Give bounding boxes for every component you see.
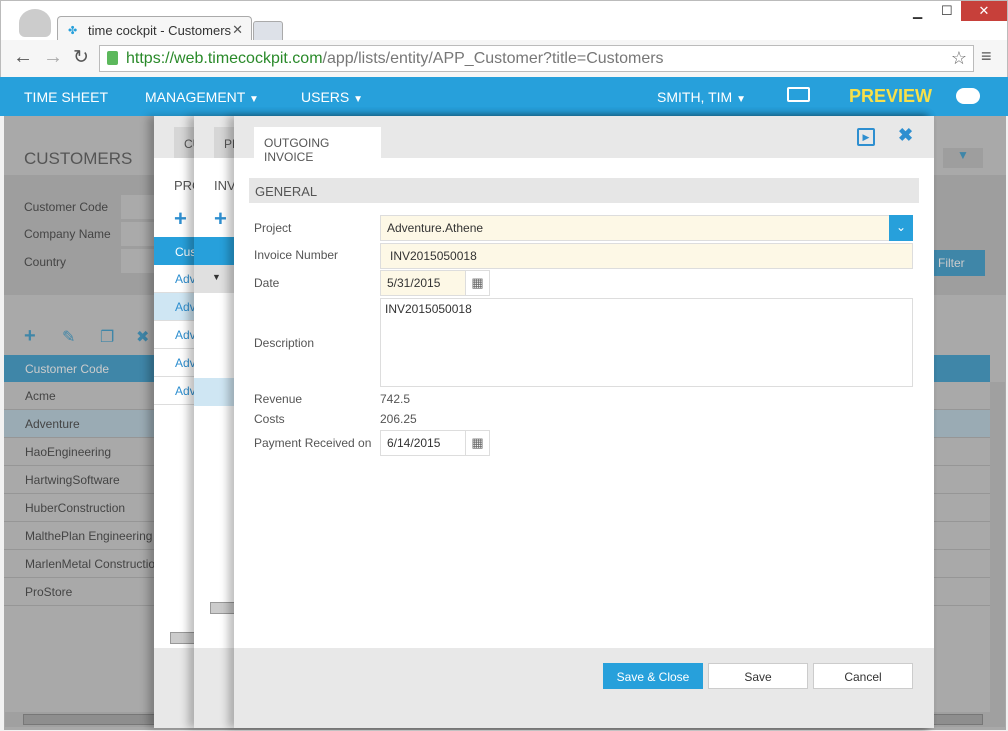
url-input[interactable]: https://web.timecockpit.com/app/lists/en…	[99, 45, 974, 72]
caret-down-icon: ▼	[736, 94, 746, 105]
date-input[interactable]: 5/31/2015	[380, 270, 466, 296]
open-icon[interactable]: ▶	[857, 128, 875, 146]
project-label: Project	[254, 221, 292, 235]
costs-label: Costs	[254, 412, 285, 426]
project-value: Adventure.Athene	[387, 221, 484, 235]
calendar-icon[interactable]: ▦	[465, 430, 490, 456]
panel-tab[interactable]: PR	[214, 127, 234, 158]
save-close-button[interactable]: Save & Close	[603, 663, 703, 689]
bookmark-star-icon[interactable]: ☆	[951, 48, 967, 69]
filter-label: Country	[24, 255, 67, 269]
close-tab-icon[interactable]: ✕	[232, 22, 243, 38]
tab-title: time cockpit - Customers	[88, 23, 232, 38]
preview-label: PREVIEW	[849, 86, 933, 106]
incognito-icon	[19, 9, 51, 37]
lock-icon	[107, 51, 118, 65]
filter-label: Customer Code	[24, 200, 109, 214]
chevron-down-icon[interactable]: ⌄	[889, 215, 913, 241]
description-label: Description	[254, 336, 315, 350]
table-row[interactable]: Adv	[154, 321, 194, 349]
revenue-value: 742.5	[380, 392, 411, 406]
delete-icon[interactable]: ✖	[136, 327, 149, 347]
url-host: https://web.timecockpit.com	[126, 50, 323, 67]
table-row[interactable]: Adv	[154, 265, 194, 293]
add-icon[interactable]: +	[24, 325, 36, 348]
close-window-button[interactable]: ✕	[961, 1, 1007, 21]
filter-button[interactable]: Filter	[930, 250, 985, 276]
nav-users[interactable]: USERS ▼	[301, 89, 363, 105]
dropdown-arrow-icon[interactable]: ▼	[194, 265, 234, 293]
nav-users-label: USERS	[301, 89, 350, 105]
panel-title: INV	[214, 178, 236, 193]
invoice-number-label: Invoice Number	[254, 248, 339, 262]
keyboard-icon[interactable]	[787, 87, 810, 102]
back-icon[interactable]: ←	[13, 46, 33, 69]
address-bar-row: ← → ↻ https://web.timecockpit.com/app/li…	[0, 40, 1008, 77]
payment-received-input[interactable]: 6/14/2015	[380, 430, 466, 456]
invoice-number-input[interactable]: INV2015050018	[380, 243, 913, 269]
user-menu[interactable]: SMITH, TIM ▼	[657, 89, 746, 105]
filter-toggle-icon[interactable]: ▼	[943, 148, 983, 168]
revenue-label: Revenue	[254, 392, 303, 406]
edit-icon[interactable]: ✎	[62, 327, 75, 347]
top-nav: TIME SHEET MANAGEMENT ▼ USERS ▼ SMITH, T…	[0, 77, 1008, 116]
nav-management-label: MANAGEMENT	[145, 89, 246, 105]
feedback-camera-icon[interactable]	[956, 88, 980, 104]
table-row[interactable]: Adv	[154, 349, 194, 377]
add-icon[interactable]: +	[174, 206, 187, 232]
table-row[interactable]: Adv	[154, 293, 194, 321]
new-tab-button[interactable]	[253, 21, 283, 41]
save-button[interactable]: Save	[708, 663, 808, 689]
forward-icon[interactable]: →	[43, 46, 63, 69]
browser-tab[interactable]: ✤ time cockpit - Customers ✕	[57, 16, 252, 42]
nav-time-sheet[interactable]: TIME SHEET	[24, 89, 108, 105]
calendar-icon[interactable]: ▦	[465, 270, 490, 296]
menu-icon[interactable]: ≡	[981, 46, 992, 67]
description-textarea[interactable]: INV2015050018	[380, 298, 913, 387]
dialog-header: OUTGOING INVOICE ▶ ✖	[234, 116, 934, 164]
caret-down-icon: ▼	[353, 94, 364, 105]
add-icon[interactable]: +	[214, 206, 227, 232]
table-row[interactable]	[194, 378, 234, 406]
invoice-dialog: OUTGOING INVOICE ▶ ✖ GENERAL Project Adv…	[234, 116, 934, 728]
column-header[interactable]	[194, 237, 234, 265]
reload-icon[interactable]: ↻	[73, 46, 89, 69]
vertical-scrollbar[interactable]	[990, 382, 1005, 712]
cancel-button[interactable]: Cancel	[813, 663, 913, 689]
user-name: SMITH, TIM	[657, 89, 733, 105]
copy-icon[interactable]: ❐	[100, 327, 114, 347]
costs-value: 206.25	[380, 412, 417, 426]
close-icon[interactable]: ✖	[898, 125, 913, 146]
browser-tab-bar: ✤ time cockpit - Customers ✕ ▁ ☐ ✕	[0, 0, 1008, 42]
page-title: CUSTOMERS	[24, 149, 133, 168]
tab-outgoing-invoice[interactable]: OUTGOING INVOICE	[254, 127, 381, 164]
filter-label: Company Name	[24, 227, 111, 241]
favicon-icon: ✤	[68, 25, 78, 37]
nav-management[interactable]: MANAGEMENT ▼	[145, 89, 259, 105]
caret-down-icon: ▼	[248, 94, 259, 105]
table-row[interactable]: Adv	[154, 377, 194, 405]
url-path: /app/lists/entity/APP_Customer?title=Cus…	[322, 50, 664, 67]
payment-received-label: Payment Received on	[254, 436, 372, 450]
minimize-button[interactable]: ▁	[913, 5, 922, 19]
column-header[interactable]: Cus	[154, 237, 196, 265]
project-select[interactable]: Adventure.Athene ⌄	[380, 215, 913, 241]
date-label: Date	[254, 276, 280, 290]
section-general: GENERAL	[249, 178, 919, 203]
maximize-button[interactable]: ☐	[941, 3, 953, 19]
